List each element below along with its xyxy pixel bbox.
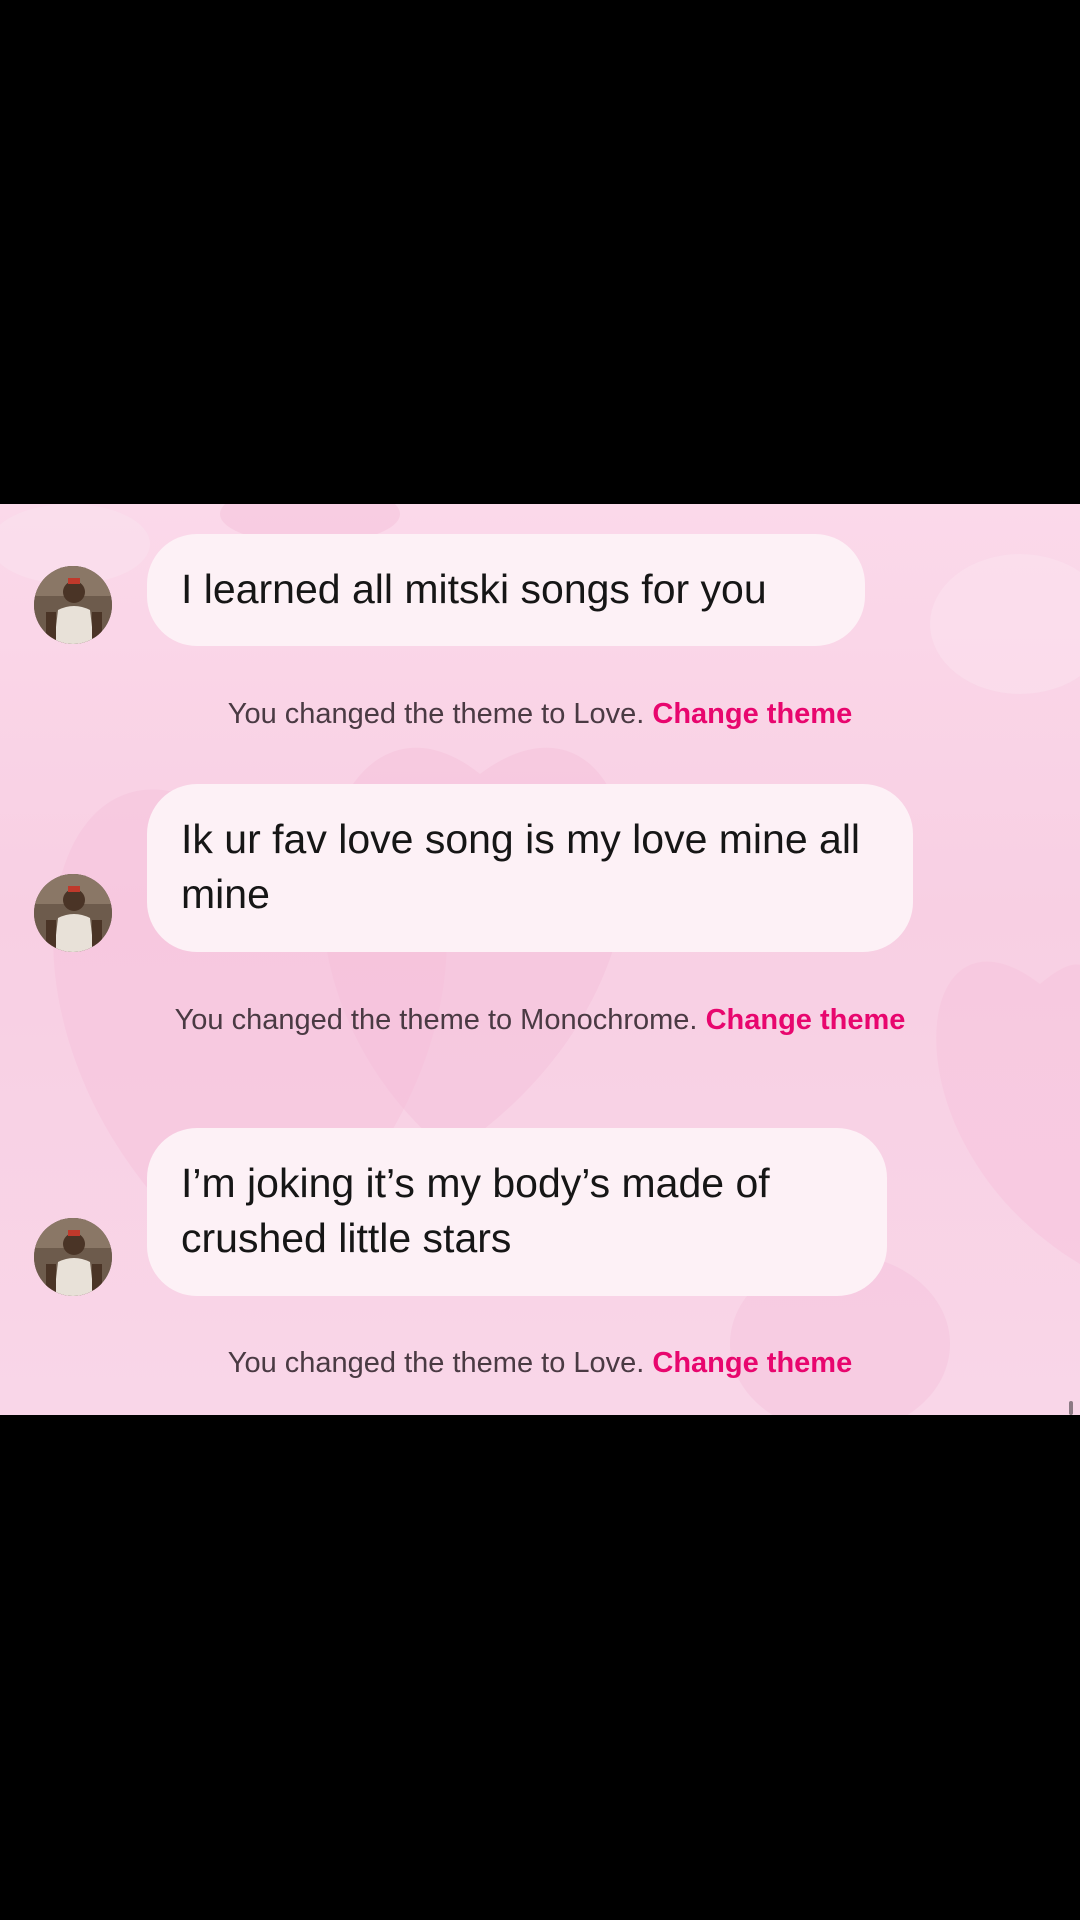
scrollbar[interactable] xyxy=(1069,1401,1073,1415)
avatar-image-icon xyxy=(34,1218,112,1296)
contact-avatar[interactable] xyxy=(34,1218,112,1296)
message-bubble[interactable]: I’m joking it’s my body’s made of crushe… xyxy=(147,1128,887,1296)
notice-text: You changed the theme to Monochrome. xyxy=(174,1004,698,1036)
notice-text: You changed the theme to Love. xyxy=(227,1347,645,1379)
message-bubble[interactable]: I learned all mitski songs for you xyxy=(147,534,865,646)
change-theme-link[interactable]: Change theme xyxy=(652,698,852,730)
notice-text: You changed the theme to Love. xyxy=(227,698,645,730)
contact-avatar[interactable] xyxy=(34,874,112,952)
message-bubble[interactable]: Ik ur fav love song is my love mine all … xyxy=(147,784,913,952)
theme-change-notice: You changed the theme to Love. Change th… xyxy=(0,696,1080,733)
message-text: Ik ur fav love song is my love mine all … xyxy=(181,816,861,917)
change-theme-link[interactable]: Change theme xyxy=(706,1004,906,1036)
avatar-image-icon xyxy=(34,874,112,952)
chat-thread[interactable]: I learned all mitski songs for you You c… xyxy=(0,504,1080,1415)
theme-change-notice: You changed the theme to Monochrome. Cha… xyxy=(0,1002,1080,1039)
contact-avatar[interactable] xyxy=(34,566,112,644)
avatar-image-icon xyxy=(34,566,112,644)
message-text: I’m joking it’s my body’s made of crushe… xyxy=(181,1160,770,1261)
change-theme-link[interactable]: Change theme xyxy=(652,1347,852,1379)
theme-change-notice: You changed the theme to Love. Change th… xyxy=(0,1345,1080,1382)
message-text: I learned all mitski songs for you xyxy=(181,566,767,612)
